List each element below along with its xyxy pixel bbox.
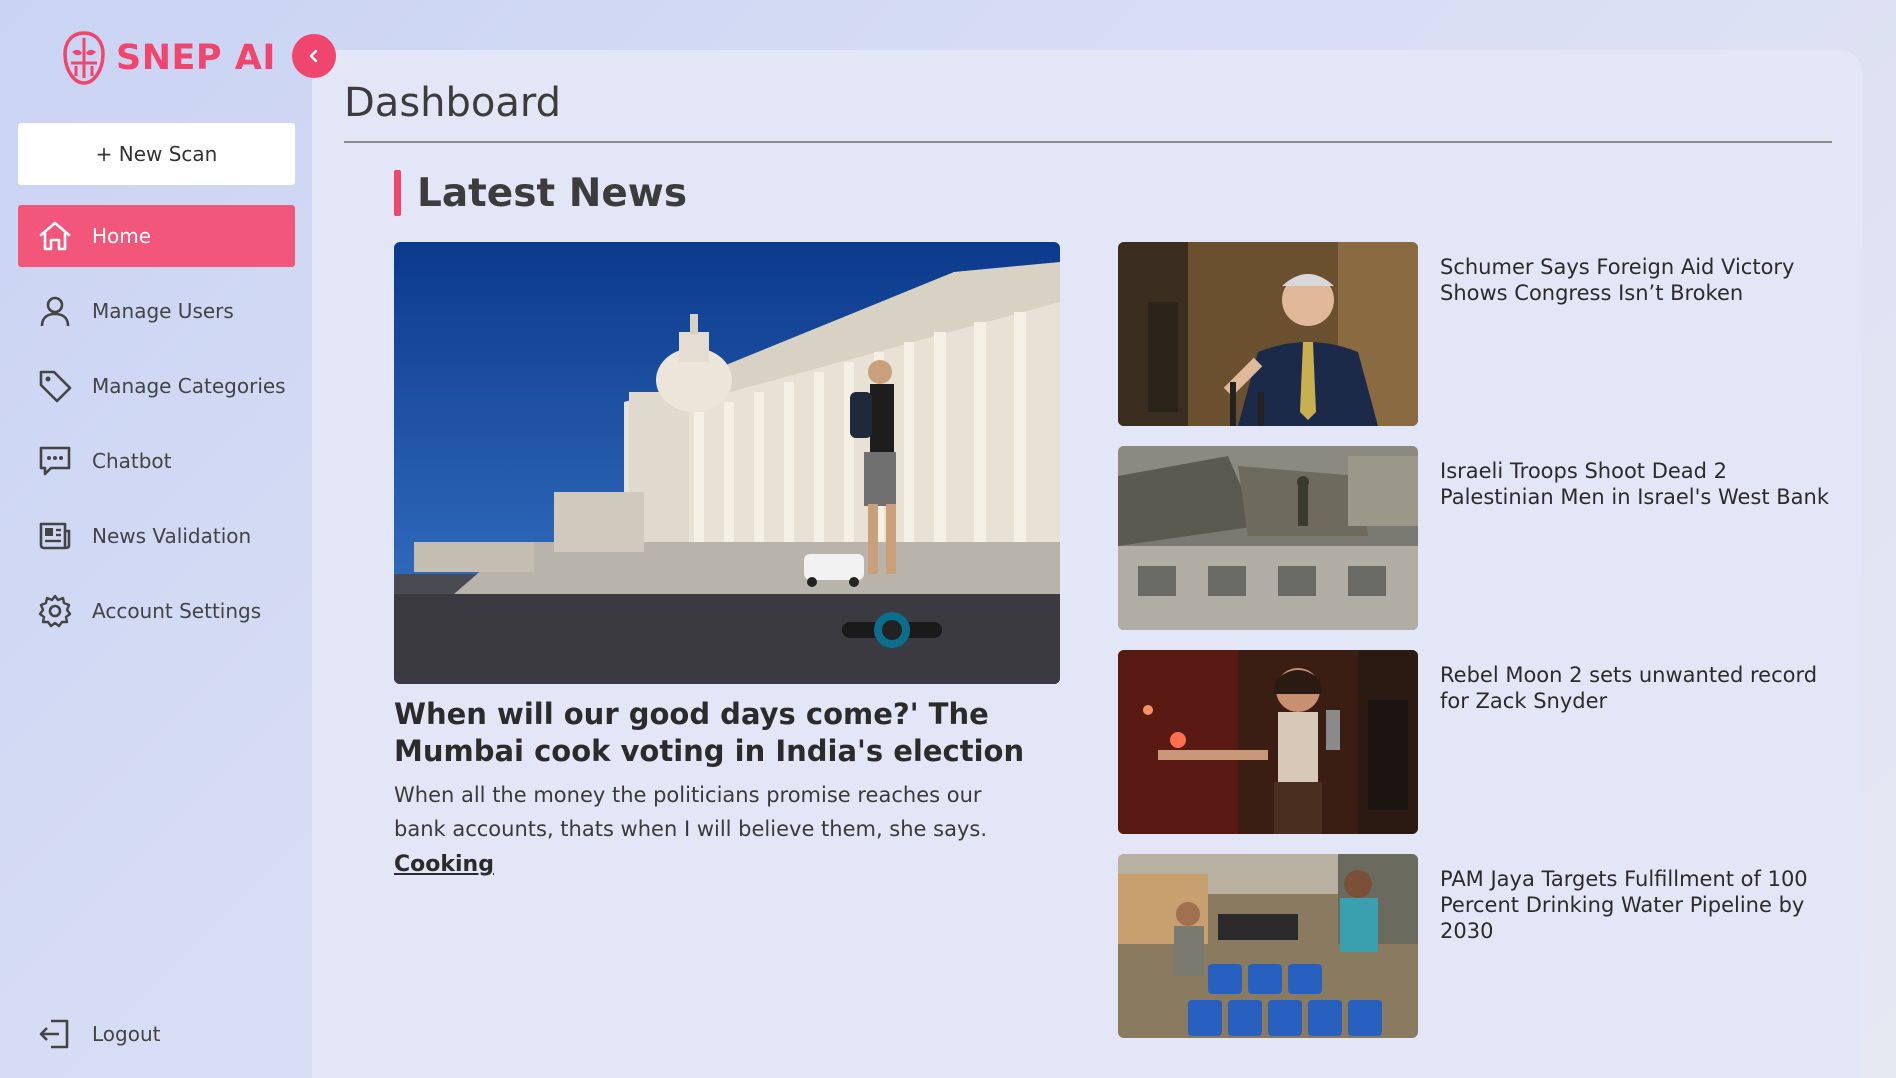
logout-icon bbox=[36, 1015, 74, 1053]
sidebar-item-label: Manage Users bbox=[92, 299, 234, 323]
featured-news-headline[interactable]: When will our good days come?' The Mumba… bbox=[394, 696, 1094, 770]
news-thumbnail[interactable] bbox=[1118, 242, 1418, 426]
tag-icon bbox=[36, 367, 74, 405]
news-thumbnail[interactable] bbox=[1118, 650, 1418, 834]
sidebar-item-news-validation[interactable]: News Validation bbox=[18, 505, 295, 567]
user-icon bbox=[36, 292, 74, 330]
news-thumbnail[interactable] bbox=[1118, 854, 1418, 1038]
new-scan-button[interactable]: + New Scan bbox=[18, 123, 295, 185]
sidebar-item-label: Account Settings bbox=[92, 599, 262, 623]
chat-icon bbox=[36, 442, 74, 480]
chevron-left-icon bbox=[306, 48, 322, 64]
sidebar-item-manage-categories[interactable]: Manage Categories bbox=[18, 355, 295, 417]
news-item[interactable]: PAM Jaya Targets Fulfillment of 100 Perc… bbox=[1118, 854, 1848, 1038]
logout-button[interactable]: Logout bbox=[18, 1003, 295, 1065]
news-headline[interactable]: Israeli Troops Shoot Dead 2 Palestinian … bbox=[1440, 458, 1844, 510]
news-headline[interactable]: PAM Jaya Targets Fulfillment of 100 Perc… bbox=[1440, 866, 1844, 944]
sidebar: SNEP AI + New Scan Home Manage Users Man… bbox=[0, 0, 336, 1078]
sidebar-item-chatbot[interactable]: Chatbot bbox=[18, 430, 295, 492]
sidebar-item-label: Home bbox=[92, 224, 152, 248]
section-header: Latest News bbox=[394, 170, 687, 216]
sidebar-item-label: Chatbot bbox=[92, 449, 172, 473]
news-thumbnail[interactable] bbox=[1118, 446, 1418, 630]
section-title: Latest News bbox=[417, 170, 688, 216]
title-divider bbox=[344, 141, 1832, 143]
app-logo[interactable]: SNEP AI bbox=[62, 30, 276, 86]
collapse-sidebar-button[interactable] bbox=[292, 34, 336, 78]
featured-news-image[interactable] bbox=[394, 242, 1060, 684]
app-name: SNEP AI bbox=[116, 38, 276, 78]
home-icon bbox=[36, 217, 74, 255]
sidebar-item-home[interactable]: Home bbox=[18, 205, 295, 267]
featured-news-category-link[interactable]: Cooking bbox=[394, 852, 494, 877]
logout-label: Logout bbox=[92, 1022, 161, 1046]
main-content: Dashboard Latest News When will our good… bbox=[312, 50, 1862, 1078]
mask-logo-icon bbox=[62, 30, 106, 86]
sidebar-item-label: Manage Categories bbox=[92, 374, 286, 398]
news-headline[interactable]: Rebel Moon 2 sets unwanted record for Za… bbox=[1440, 662, 1844, 714]
section-accent-bar bbox=[394, 170, 401, 216]
sidebar-item-label: News Validation bbox=[92, 524, 252, 548]
news-item[interactable]: Israeli Troops Shoot Dead 2 Palestinian … bbox=[1118, 446, 1848, 630]
featured-news-description: When all the money the politicians promi… bbox=[394, 783, 988, 841]
news-item[interactable]: Schumer Says Foreign Aid Victory Shows C… bbox=[1118, 242, 1848, 426]
page-title: Dashboard bbox=[344, 80, 562, 126]
sidebar-item-manage-users[interactable]: Manage Users bbox=[18, 280, 295, 342]
sidebar-item-account-settings[interactable]: Account Settings bbox=[18, 580, 295, 642]
gear-icon bbox=[36, 592, 74, 630]
newspaper-icon bbox=[36, 517, 74, 555]
news-item[interactable]: Rebel Moon 2 sets unwanted record for Za… bbox=[1118, 650, 1848, 834]
news-headline[interactable]: Schumer Says Foreign Aid Victory Shows C… bbox=[1440, 254, 1844, 306]
